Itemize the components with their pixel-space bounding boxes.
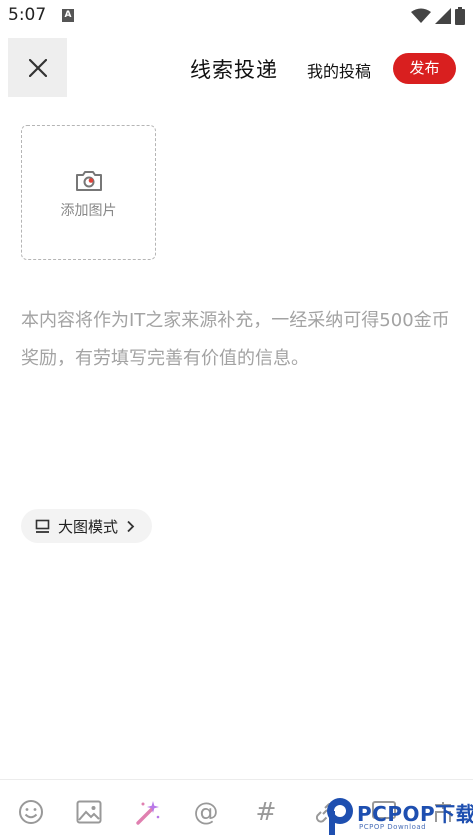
notification-icon: A (62, 9, 74, 22)
status-bar: 5:07 A (0, 0, 473, 32)
content-input[interactable]: 本内容将作为IT之家来源补充，一经采纳可得500金币奖励，有劳填写完善有价值的信… (21, 302, 451, 378)
emoji-button[interactable] (17, 798, 45, 826)
close-icon (28, 58, 47, 77)
emoji-icon (19, 800, 43, 824)
image-icon (76, 800, 102, 824)
watermark-subtext: PCPOP Download (359, 823, 427, 831)
at-icon: @ (193, 797, 219, 826)
wifi-icon (411, 8, 431, 23)
monitor-icon (35, 519, 50, 533)
battery-icon (455, 7, 465, 25)
image-button[interactable] (75, 798, 103, 826)
magic-wand-button[interactable] (134, 798, 162, 826)
add-image-label: 添加图片 (60, 203, 117, 219)
status-time: 5:07 (8, 5, 47, 25)
page-title: 线索投递 (190, 58, 278, 82)
hashtag-icon: # (255, 797, 277, 826)
status-icons (411, 6, 465, 26)
signal-icon (435, 8, 451, 24)
camera-icon (76, 171, 102, 191)
publish-button[interactable]: 发布 (393, 53, 456, 84)
watermark-logo (327, 798, 353, 835)
my-posts-link[interactable]: 我的投稿 (307, 58, 371, 82)
close-button[interactable] (8, 38, 67, 97)
watermark: PCPOP下载 PCPOP Download (323, 794, 473, 840)
hashtag-button[interactable]: # (252, 798, 280, 826)
top-bar: 线索投递 我的投稿 发布 (0, 38, 473, 98)
chevron-right-icon (127, 520, 135, 532)
big-image-mode-button[interactable]: 大图模式 (21, 509, 152, 543)
big-image-mode-label: 大图模式 (58, 517, 119, 536)
magic-wand-icon (136, 801, 160, 825)
add-image-button[interactable]: 添加图片 (21, 125, 156, 260)
mention-button[interactable]: @ (192, 798, 220, 826)
